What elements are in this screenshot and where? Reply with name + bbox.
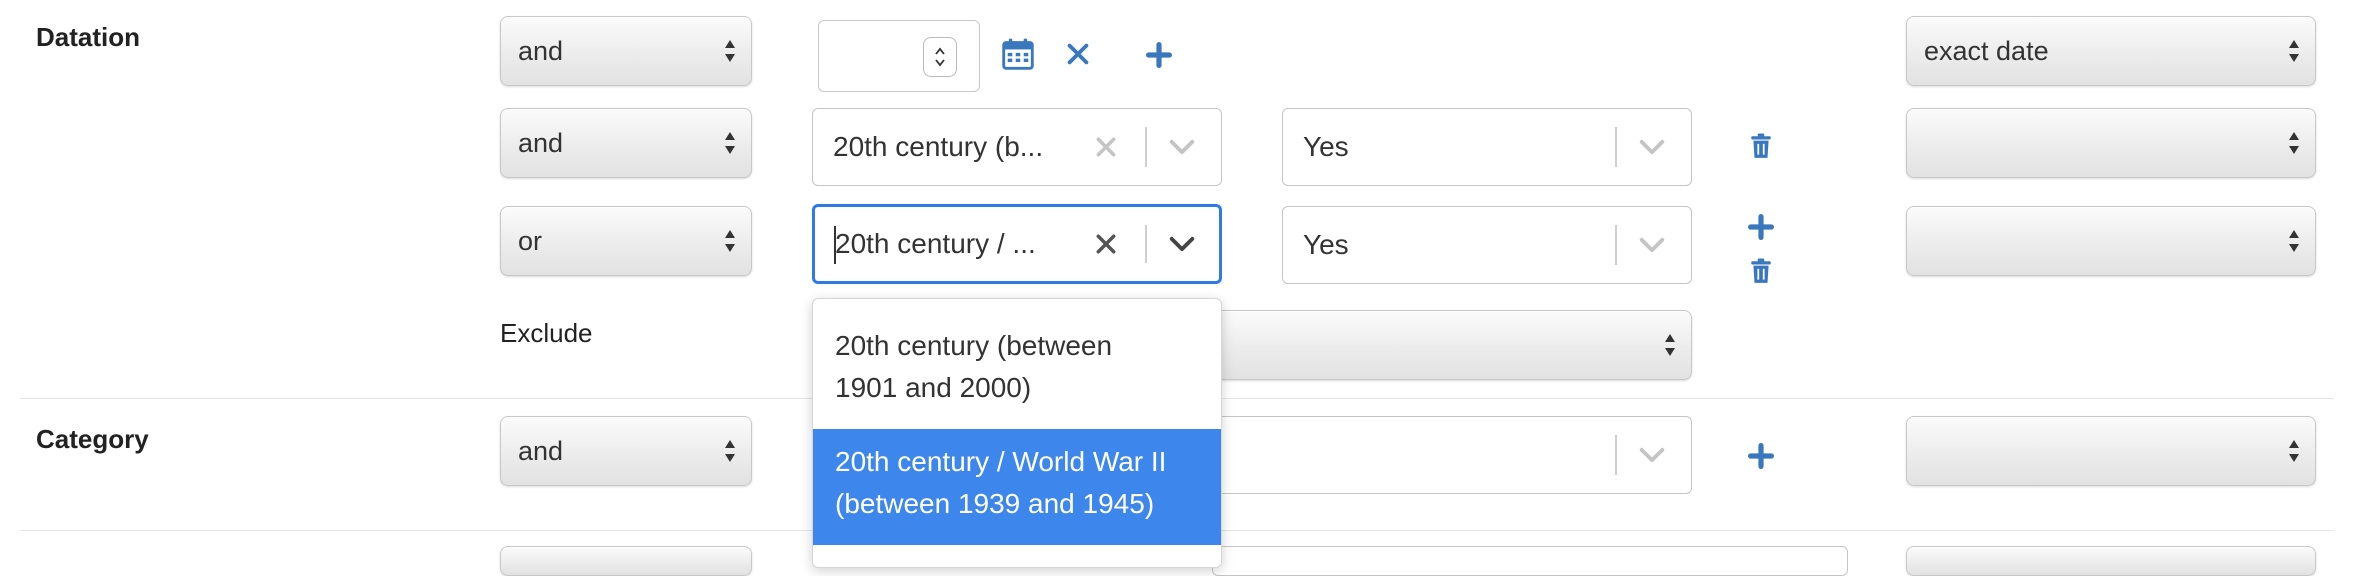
category-extra-select[interactable] (1906, 416, 2316, 486)
year-input[interactable] (818, 20, 980, 92)
clear-icon[interactable] (1095, 136, 1117, 158)
plus-icon[interactable] (1748, 443, 1774, 469)
number-spinner[interactable] (923, 37, 957, 77)
dropdown-option[interactable]: 20th century (between 1901 and 2000) (813, 325, 1221, 415)
option-line-2: (between 1939 and 1945) (835, 488, 1155, 519)
select-arrows-icon (723, 228, 737, 254)
datation-operator-select-3[interactable]: or (500, 206, 752, 276)
clear-icon[interactable] (1095, 233, 1117, 255)
chevron-down-icon[interactable] (1169, 235, 1195, 253)
indicator-separator (1615, 225, 1617, 265)
chevron-down-icon[interactable] (1639, 236, 1665, 254)
bool-value: Yes (1303, 131, 1349, 162)
calendar-icon[interactable] (1002, 38, 1034, 70)
exclude-select[interactable] (1212, 310, 1692, 380)
row3-extra-select[interactable] (1906, 206, 2316, 276)
select-arrows-icon (2287, 438, 2301, 464)
spinner-arrows-icon (933, 44, 947, 70)
next-operator-select[interactable] (500, 546, 752, 576)
close-icon[interactable] (1066, 42, 1090, 66)
indicator-separator (1145, 127, 1147, 167)
chevron-down-icon[interactable] (1639, 446, 1665, 464)
period-value: 20th century / ... (835, 228, 1036, 259)
date-mode-value: exact date (1924, 35, 2049, 66)
bool-value: Yes (1303, 229, 1349, 260)
date-mode-select[interactable]: exact date (1906, 16, 2316, 86)
row2-extra-select[interactable] (1906, 108, 2316, 178)
category-select[interactable] (1212, 416, 1692, 494)
period-value: 20th century (b... (833, 131, 1044, 162)
datation-label: Datation (36, 22, 140, 52)
option-line-1: 20th century / World War II (835, 446, 1167, 477)
select-arrows-icon (2287, 130, 2301, 156)
bool-select-1[interactable]: Yes (1282, 108, 1692, 186)
indicator-separator (1615, 435, 1617, 475)
select-arrows-icon (2287, 228, 2301, 254)
indicator-separator (1145, 225, 1147, 263)
plus-icon[interactable] (1146, 42, 1172, 68)
indicator-separator (1615, 127, 1617, 167)
operator-value: and (518, 127, 564, 158)
period-dropdown-menu: 20th century (between 1901 and 2000) 20t… (812, 298, 1222, 568)
plus-icon[interactable] (1748, 214, 1774, 240)
operator-value: and (518, 35, 564, 66)
next-extra-select[interactable] (1906, 546, 2316, 576)
datation-operator-select-2[interactable]: and (500, 108, 752, 178)
category-label: Category (36, 424, 149, 454)
select-arrows-icon (723, 130, 737, 156)
select-arrows-icon (723, 438, 737, 464)
period-select-2[interactable]: 20th century / ... (812, 204, 1222, 284)
operator-value: or (518, 225, 543, 256)
trash-icon[interactable] (1750, 133, 1772, 159)
exclude-label: Exclude (500, 318, 593, 348)
option-line-2: 1901 and 2000) (835, 372, 1032, 403)
dropdown-option-selected[interactable]: 20th century / World War II (between 193… (813, 429, 1221, 545)
bool-select-2[interactable]: Yes (1282, 206, 1692, 284)
operator-value: and (518, 435, 564, 466)
period-select-1[interactable]: 20th century (b... (812, 108, 1222, 186)
chevron-down-icon[interactable] (1169, 138, 1195, 156)
chevron-down-icon[interactable] (1639, 138, 1665, 156)
next-input[interactable] (1212, 546, 1848, 576)
select-arrows-icon (723, 38, 737, 64)
category-operator-select[interactable]: and (500, 416, 752, 486)
select-arrows-icon (2287, 38, 2301, 64)
option-line-1: 20th century (between (835, 330, 1113, 361)
trash-icon[interactable] (1750, 258, 1772, 284)
datation-operator-select-1[interactable]: and (500, 16, 752, 86)
select-arrows-icon (1663, 332, 1677, 358)
